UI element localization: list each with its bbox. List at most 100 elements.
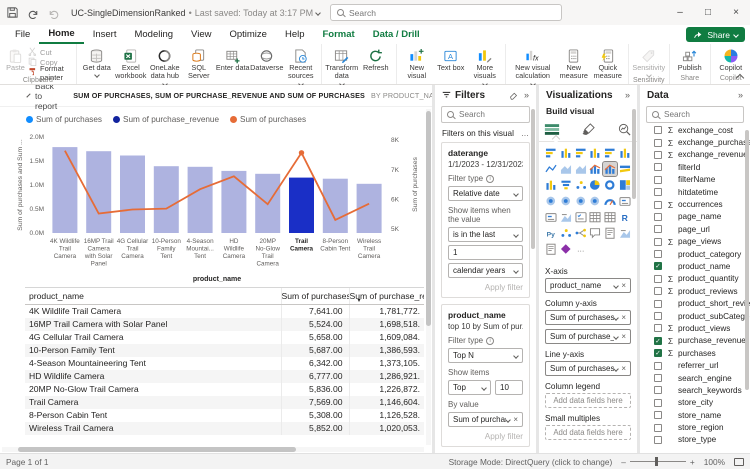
remove-icon[interactable]: × (621, 313, 626, 322)
field-checkbox[interactable] (654, 212, 662, 221)
field-row-filterid[interactable]: filterId (640, 161, 750, 173)
filter-card-product-name[interactable]: product_name top 10 by Sum of pur... Filte… (441, 304, 530, 447)
new-measure-button[interactable]: New measure (557, 46, 591, 81)
field-checkbox[interactable] (654, 150, 662, 159)
new-visual-button[interactable]: New visual (400, 46, 434, 81)
field-chip-sum-of-purchases[interactable]: Sum of purchases × (545, 310, 631, 325)
zoom-level[interactable]: 100% (704, 457, 725, 467)
menu-item-format[interactable]: Format (314, 25, 364, 44)
paginated-report-icon[interactable] (544, 242, 558, 256)
collapse-data-icon[interactable]: » (738, 90, 743, 100)
field-checkbox[interactable] (654, 274, 662, 283)
back-to-report-button[interactable]: Back to report (35, 85, 57, 111)
get-data-button[interactable]: Get data (80, 46, 114, 79)
stacked-bar-chart-icon[interactable] (544, 146, 558, 160)
copilot-button[interactable]: Copilot (714, 46, 748, 72)
metrics-icon[interactable] (618, 226, 632, 240)
filter-select-calendar-years[interactable]: calendar years (448, 263, 523, 278)
remove-icon[interactable]: × (621, 281, 626, 290)
line-chart-icon[interactable] (544, 162, 558, 176)
field-checkbox[interactable] (654, 200, 662, 209)
field-checkbox[interactable] (654, 361, 662, 370)
zoom-slider[interactable]: – + (621, 457, 694, 467)
field-checkbox[interactable] (654, 299, 662, 308)
storage-mode-label[interactable]: Storage Mode: DirectQuery (click to chan… (449, 457, 613, 467)
bar-4g-cellular-trail-camera[interactable] (120, 155, 145, 234)
field-checkbox[interactable] (654, 374, 662, 382)
tab-format-visual[interactable] (578, 121, 598, 137)
field-row-store-region[interactable]: store_region (640, 421, 750, 433)
collapse-visualizations-icon[interactable]: » (625, 90, 630, 100)
save-icon[interactable] (3, 5, 21, 21)
apply-filter-button[interactable]: Apply filter (448, 432, 523, 441)
quick-measure-button[interactable]: Quick measure (591, 46, 625, 81)
field-checkbox[interactable] (654, 411, 662, 420)
empty-field-well[interactable]: Add data fields here (545, 393, 631, 408)
menu-item-view[interactable]: View (182, 25, 220, 44)
table-row[interactable]: 4G Cellular Trail Camera 5,658.00 1,609,08… (25, 331, 424, 344)
zoom-out-icon[interactable]: – (621, 457, 626, 467)
sql-server-button[interactable]: SQL Server (182, 46, 216, 81)
field-row-filtername[interactable]: filterName (640, 174, 750, 186)
slicer-icon[interactable] (574, 210, 588, 224)
field-checkbox[interactable] (654, 435, 662, 444)
table-row[interactable]: HD Wildlife Camera 6,777.00 1,286,921. (25, 370, 424, 383)
multi-row-card-icon[interactable] (544, 210, 558, 224)
more-visuals-button[interactable]: More visuals (468, 46, 502, 87)
field-row-product-name[interactable]: ✓ product_name (640, 260, 750, 272)
undo-icon[interactable] (24, 5, 42, 21)
field-checkbox[interactable] (654, 237, 662, 246)
table-row[interactable]: Trail Camera 7,569.00 1,146,604. (25, 396, 424, 409)
donut-chart-icon[interactable] (603, 178, 617, 192)
pie-chart-icon[interactable] (588, 178, 602, 192)
dataverse-button[interactable]: Dataverse (250, 46, 284, 72)
field-row-product-short-review[interactable]: product_short_review (640, 297, 750, 309)
field-row-exchange-purchases[interactable]: Σexchange_purchases (640, 136, 750, 148)
field-row-exchange-cost[interactable]: Σexchange_cost (640, 124, 750, 136)
field-row-store-city[interactable]: store_city (640, 397, 750, 409)
bar-8-person-cabin-tent[interactable] (322, 178, 348, 233)
filters-search[interactable] (441, 106, 530, 123)
legend-item-2[interactable]: Sum of purchases (230, 115, 306, 124)
menu-item-insert[interactable]: Insert (84, 25, 126, 44)
data-scrollbar[interactable] (745, 130, 749, 449)
field-row-store-name[interactable]: store_name (640, 409, 750, 421)
table-row[interactable]: 8-Person Cabin Tent 5,308.00 1,126,528. (25, 409, 424, 422)
data-search-input[interactable] (664, 110, 738, 119)
field-row-page-views[interactable]: Σpage_views (640, 236, 750, 248)
text-box-button[interactable]: A Text box (434, 46, 468, 72)
fit-to-page-icon[interactable] (734, 457, 744, 466)
zoom-in-icon[interactable]: + (690, 457, 695, 467)
field-row-search-keywords[interactable]: search_keywords (640, 384, 750, 396)
column-header-sum-of-purchase-reven[interactable]: Sum of purchase_reven▾ (348, 287, 424, 305)
kpi-icon[interactable] (559, 210, 573, 224)
legend-item-0[interactable]: Sum of purchases (26, 115, 102, 124)
field-checkbox[interactable] (654, 225, 662, 234)
apply-filter-button[interactable]: Apply filter (448, 283, 523, 292)
field-checkbox[interactable] (654, 398, 662, 407)
copy-button[interactable]: Copy (28, 57, 73, 67)
field-row-product-reviews[interactable]: Σproduct_reviews (640, 285, 750, 297)
table-icon[interactable] (588, 210, 602, 224)
filters-search-input[interactable] (459, 110, 524, 119)
canvas-horizontal-scrollbar[interactable] (2, 447, 424, 452)
field-row-purchases[interactable]: ✓ Σpurchases (640, 347, 750, 359)
python-visual-icon[interactable]: Py (544, 226, 558, 240)
refresh-button[interactable]: Refresh (359, 46, 393, 72)
ribbon-chart-icon[interactable] (618, 162, 632, 176)
cut-button[interactable]: Cut (28, 47, 73, 57)
visualizations-scrollbar[interactable] (632, 109, 636, 449)
table-row[interactable]: 16MP Trail Camera with Solar Panel 5,524.… (25, 318, 424, 331)
field-row-exchange-revenue[interactable]: Σexchange_revenue (640, 149, 750, 161)
field-chip-product-name[interactable]: product_name × (545, 278, 631, 293)
card-icon[interactable] (618, 194, 632, 208)
recent-sources-button[interactable]: Recent sources (284, 46, 318, 87)
field-checkbox[interactable] (654, 423, 662, 432)
tab-analytics[interactable] (614, 121, 634, 137)
field-chip-sum-of-purchase-reve[interactable]: Sum of purchase_reve... × (545, 329, 631, 344)
close-button[interactable]: × (722, 0, 750, 25)
canvas-vertical-scrollbar[interactable] (426, 109, 431, 445)
tab-build-visual[interactable] (542, 121, 562, 137)
scatter-chart-icon[interactable] (574, 178, 588, 192)
field-row-search-engine[interactable]: search_engine (640, 372, 750, 384)
